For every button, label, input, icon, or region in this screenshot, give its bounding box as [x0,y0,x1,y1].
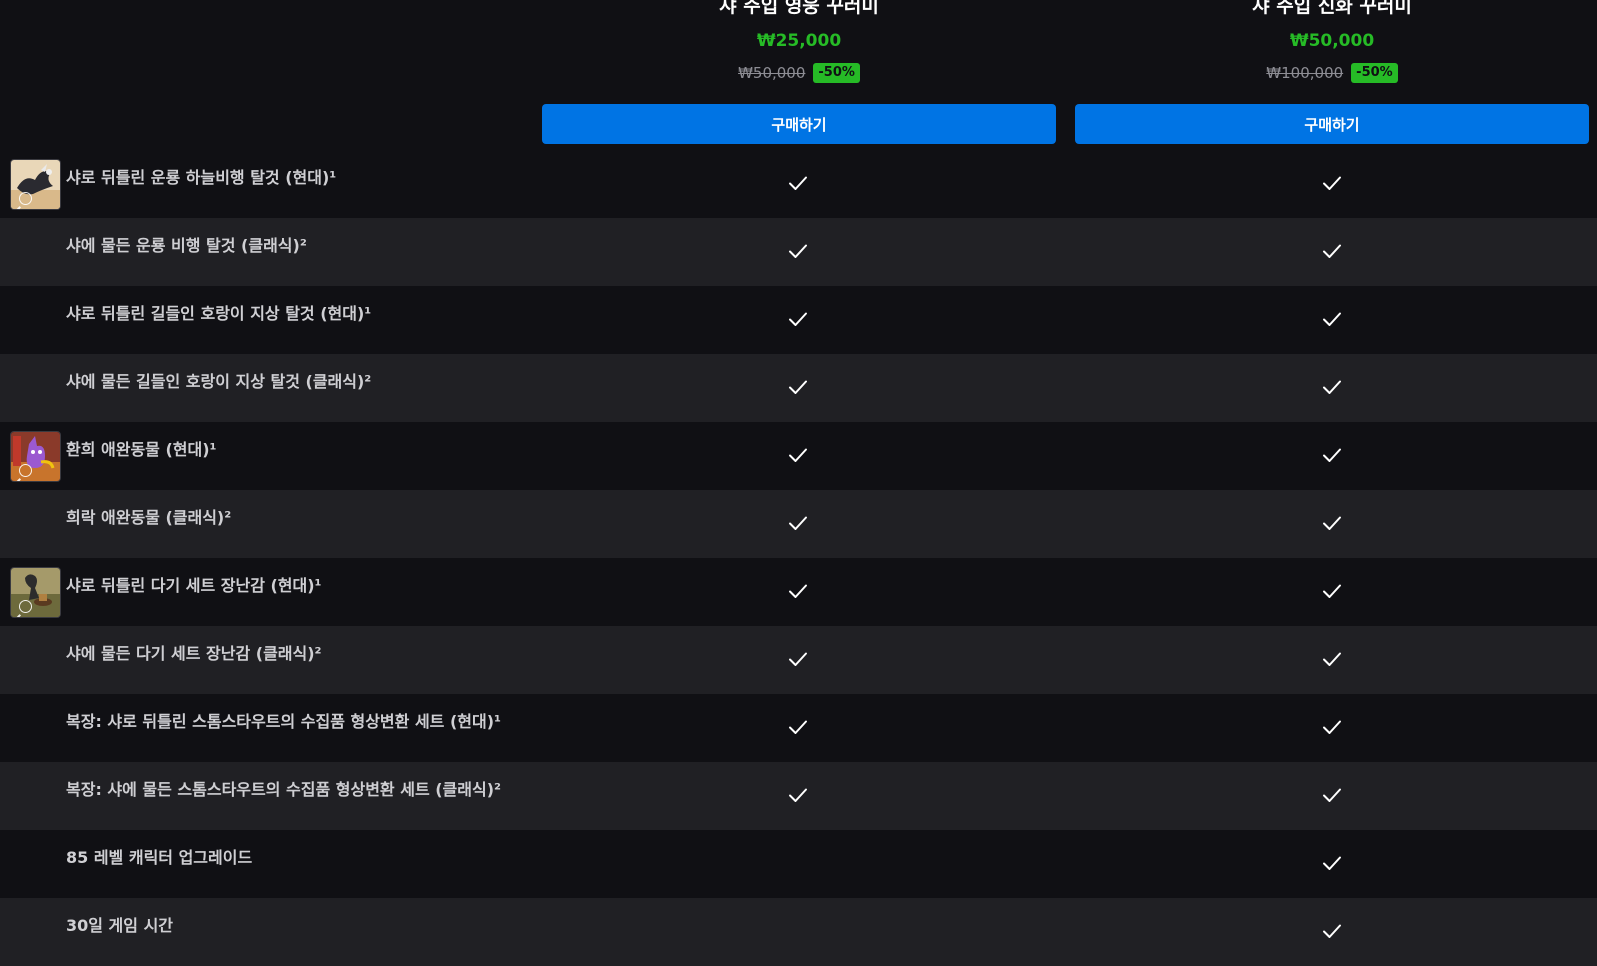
feature-label: 30일 게임 시간 [66,916,174,935]
buy-button-epic[interactable]: 구매하기 [1075,104,1589,144]
checkmark-icon [1322,241,1342,261]
table-row: 30일 게임 시간 [0,898,1597,966]
checkmark-icon [788,173,808,193]
feature-label: 희락 애완동물 (클래식)² [66,508,232,527]
checkmark-icon [1322,785,1342,805]
table-row: 85 레벨 캐릭터 업그레이드 [0,830,1597,898]
checkmark-icon [788,445,808,465]
feature-label: 샤로 뒤틀린 길들인 호랑이 지상 탈것 (현대)¹ [66,304,372,323]
item-thumbnail[interactable] [10,159,61,210]
checkmark-icon [788,581,808,601]
feature-label: 복장: 샤에 물든 스톰스타우트의 수집품 형상변환 세트 (클래식)² [66,780,502,799]
item-thumbnail[interactable] [10,431,61,482]
checkmark-icon [788,785,808,805]
table-row: 희락 애완동물 (클래식)² [0,490,1597,558]
plan-title: 샤 주입 영웅 꾸러미 [719,0,879,17]
price-discount-row: ₩50,000 -50% [542,62,1056,84]
zoom-icon [19,192,32,205]
checkmark-icon [1322,581,1342,601]
original-price: ₩50,000 [738,64,806,82]
item-thumbnail[interactable] [10,567,61,618]
checkmark-icon [788,649,808,669]
checkmark-icon [788,309,808,329]
plan-price: ₩50,000 [1289,31,1375,51]
buy-button-heroic[interactable]: 구매하기 [542,104,1056,144]
checkmark-icon [1322,649,1342,669]
checkmark-icon [1322,377,1342,397]
checkmark-icon [788,377,808,397]
feature-label: 85 레벨 캐릭터 업그레이드 [66,848,253,867]
checkmark-icon [1322,445,1342,465]
table-row: 샤에 물든 길들인 호랑이 지상 탈것 (클래식)² [0,354,1597,422]
zoom-icon [19,464,32,477]
feature-label: 샤로 뒤틀린 다기 세트 장난감 (현대)¹ [66,576,322,595]
original-price: ₩100,000 [1266,64,1344,82]
feature-label: 샤에 물든 다기 세트 장난감 (클래식)² [66,644,322,663]
feature-label: 샤로 뒤틀린 운룡 하늘비행 탈것 (현대)¹ [66,168,337,187]
checkmark-icon [1322,853,1342,873]
checkmark-icon [1322,309,1342,329]
plan-price: ₩25,000 [756,31,842,51]
feature-label: 샤에 물든 길들인 호랑이 지상 탈것 (클래식)² [66,372,372,391]
checkmark-icon [788,241,808,261]
table-row: 환희 애완동물 (현대)¹ [0,422,1597,490]
checkmark-icon [1322,921,1342,941]
zoom-icon [19,600,32,613]
table-row: 샤로 뒤틀린 운룡 하늘비행 탈것 (현대)¹ [0,150,1597,218]
table-row: 샤로 뒤틀린 길들인 호랑이 지상 탈것 (현대)¹ [0,286,1597,354]
checkmark-icon [1322,513,1342,533]
table-row: 샤로 뒤틀린 다기 세트 장난감 (현대)¹ [0,558,1597,626]
table-row: 샤에 물든 다기 세트 장난감 (클래식)² [0,626,1597,694]
plan-title: 샤 주입 신화 꾸러미 [1252,0,1412,17]
table-row: 샤에 물든 운룡 비행 탈것 (클래식)² [0,218,1597,286]
comparison-header: 샤 주입 영웅 꾸러미 ₩25,000 ₩50,000 -50% 구매하기 샤 … [0,0,1597,157]
feature-comparison-table: 샤로 뒤틀린 운룡 하늘비행 탈것 (현대)¹ 샤에 물든 운룡 비행 탈것 (클… [0,150,1597,966]
checkmark-icon [788,513,808,533]
feature-label: 샤에 물든 운룡 비행 탈것 (클래식)² [66,236,307,255]
checkmark-icon [1322,717,1342,737]
price-discount-row: ₩100,000 -50% [1075,62,1589,84]
table-row: 복장: 샤에 물든 스톰스타우트의 수집품 형상변환 세트 (클래식)² [0,762,1597,830]
table-row: 복장: 샤로 뒤틀린 스톰스타우트의 수집품 형상변환 세트 (현대)¹ [0,694,1597,762]
feature-label: 환희 애완동물 (현대)¹ [66,440,217,459]
discount-badge: -50% [1351,63,1398,83]
checkmark-icon [788,717,808,737]
checkmark-icon [1322,173,1342,193]
discount-badge: -50% [813,63,860,83]
feature-label: 복장: 샤로 뒤틀린 스톰스타우트의 수집품 형상변환 세트 (현대)¹ [66,712,502,731]
